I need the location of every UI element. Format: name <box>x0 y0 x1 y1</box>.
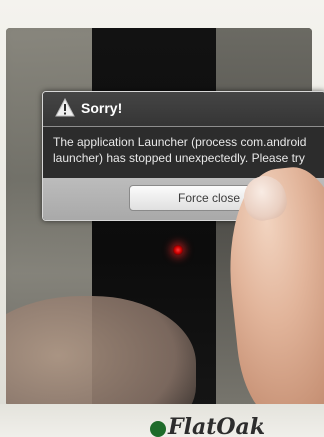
flatoak-logo <box>150 421 166 437</box>
dialog-message: The application Launcher (process com.an… <box>53 134 324 166</box>
photo: Sorry! The application Launcher (process… <box>0 0 324 437</box>
warning-icon <box>55 98 75 117</box>
dialog-message-line-2: launcher) has stopped unexpectedly. Plea… <box>53 151 305 165</box>
dialog-message-line-1: The application Launcher (process com.an… <box>53 135 307 149</box>
dialog-title: Sorry! <box>81 100 123 116</box>
brand-name: FlatOak <box>168 414 266 437</box>
dialog-title-bar: Sorry! <box>43 92 324 127</box>
red-indicator-light <box>173 245 183 255</box>
